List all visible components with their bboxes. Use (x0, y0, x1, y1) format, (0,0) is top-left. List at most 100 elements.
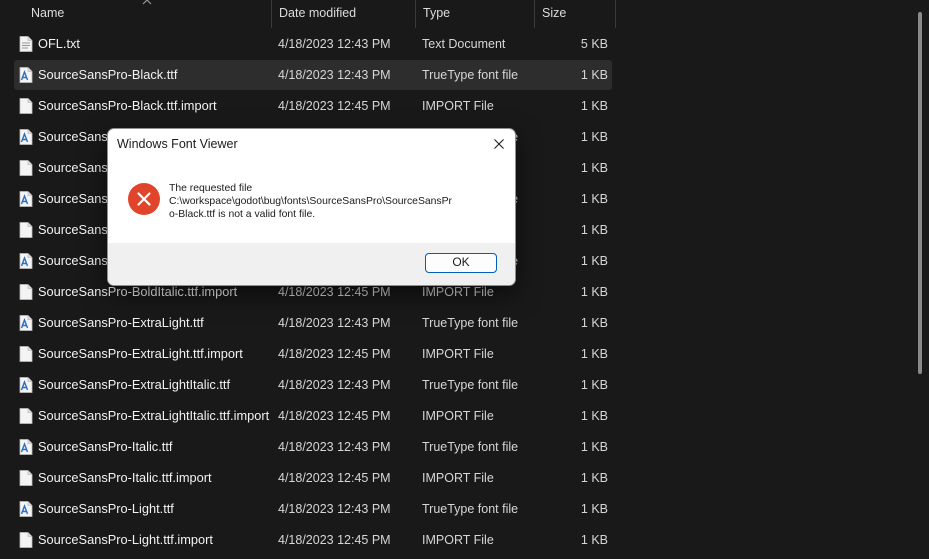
file-type: TrueType font file (422, 316, 519, 330)
file-icon (19, 160, 33, 176)
file-name: SourceSansPro-Light.ttf.import (38, 532, 213, 547)
file-date-modified: 4/18/2023 12:43 PM (278, 440, 391, 454)
column-size-label: Size (542, 6, 567, 20)
file-icon (19, 222, 33, 238)
file-size: 1 KB (580, 347, 608, 361)
file-row[interactable]: SourceSansPro-ExtraLight.ttf.import 4/18/… (14, 339, 612, 369)
file-date-modified: 4/18/2023 12:43 PM (278, 502, 391, 516)
file-type: IMPORT File (422, 533, 494, 547)
file-row[interactable]: SourceSansPro-Light.ttf.import 4/18/2023 … (14, 525, 612, 555)
file-size: 1 KB (580, 254, 608, 268)
file-row[interactable]: SourceSansPro-ExtraLight.ttf 4/18/2023 12… (14, 308, 612, 338)
file-row[interactable]: SourceSansPro-Black.ttf 4/18/2023 12:43 P… (14, 60, 612, 90)
file-row[interactable]: SourceSansPro-Light.ttf 4/18/2023 12:43 P… (14, 494, 612, 524)
file-size: 1 KB (580, 533, 608, 547)
file-date-modified: 4/18/2023 12:43 PM (278, 68, 391, 82)
column-type[interactable]: Type (416, 0, 535, 28)
dialog-close-button[interactable] (483, 129, 515, 159)
column-date-label: Date modified (279, 6, 357, 20)
file-name: SourceSansPro-ExtraLight.ttf (38, 315, 204, 330)
file-row[interactable]: SourceSansPro-ExtraLightItalic.ttf 4/18/2… (14, 370, 612, 400)
dialog-title: Windows Font Viewer (117, 137, 238, 151)
file-size: 1 KB (580, 440, 608, 454)
file-name: SourceSansPro-Light.ttf (38, 501, 174, 516)
file-type: Text Document (422, 37, 506, 51)
file-date-modified: 4/18/2023 12:43 PM (278, 316, 391, 330)
file-name: SourceSansPro-Italic.ttf (38, 439, 173, 454)
column-type-label: Type (423, 6, 451, 20)
file-icon (19, 470, 33, 486)
vertical-scrollbar[interactable] (918, 12, 922, 374)
file-date-modified: 4/18/2023 12:45 PM (278, 347, 391, 361)
close-icon (494, 139, 504, 149)
file-size: 1 KB (580, 223, 608, 237)
column-header: Name Date modified Type Size (0, 0, 616, 28)
column-size[interactable]: Size (535, 0, 616, 28)
file-size: 1 KB (580, 471, 608, 485)
file-icon (19, 98, 33, 114)
file-date-modified: 4/18/2023 12:45 PM (278, 409, 391, 423)
dialog-message-line: o-Black.ttf is not a valid font file. (169, 209, 316, 220)
file-type: TrueType font file (422, 440, 519, 454)
dialog-footer: OK (108, 243, 515, 285)
file-row[interactable]: SourceSansPro-ExtraLightItalic.ttf.impor… (14, 401, 612, 431)
file-size: 1 KB (580, 316, 608, 330)
font-file-icon (19, 253, 33, 269)
file-explorer-window: Name Date modified Type Size OFL.txt 4/18… (0, 0, 929, 559)
text-file-icon (19, 36, 33, 52)
file-icon (19, 346, 33, 362)
file-name: OFL.txt (38, 36, 80, 51)
font-file-icon (19, 501, 33, 517)
file-name: SourceSansPro-Black.ttf.import (38, 98, 217, 113)
file-size: 1 KB (580, 99, 608, 113)
error-icon (128, 183, 160, 215)
dialog-message: The requested file C:\workspace\godot\bu… (169, 182, 489, 221)
file-icon (19, 284, 33, 300)
file-size: 1 KB (580, 285, 608, 299)
file-date-modified: 4/18/2023 12:43 PM (278, 378, 391, 392)
dialog-message-line: The requested file (169, 183, 253, 194)
file-size: 1 KB (580, 130, 608, 144)
dialog-message-line: C:\workspace\godot\bug\fonts\SourceSansP… (169, 196, 453, 207)
column-date-modified[interactable]: Date modified (272, 0, 416, 28)
file-type: IMPORT File (422, 99, 494, 113)
file-name: SourceSansPro-ExtraLightItalic.ttf (38, 377, 231, 392)
file-name: SourceSansPro-ExtraLight.ttf.import (38, 346, 243, 361)
file-size: 1 KB (580, 502, 608, 516)
file-date-modified: 4/18/2023 12:45 PM (278, 533, 391, 547)
file-date-modified: 4/18/2023 12:43 PM (278, 37, 391, 51)
file-type: IMPORT File (422, 347, 494, 361)
file-row[interactable]: SourceSansPro-Italic.ttf 4/18/2023 12:43 … (14, 432, 612, 462)
file-size: 1 KB (580, 378, 608, 392)
file-icon (19, 532, 33, 548)
ok-button[interactable]: OK (425, 253, 497, 273)
file-type: TrueType font file (422, 502, 519, 516)
file-date-modified: 4/18/2023 12:45 PM (278, 471, 391, 485)
sort-ascending-icon (142, 0, 152, 5)
file-size: 1 KB (580, 161, 608, 175)
dialog-body: The requested file C:\workspace\godot\bu… (108, 159, 515, 243)
font-file-icon (19, 315, 33, 331)
file-type: TrueType font file (422, 378, 519, 392)
column-name[interactable]: Name (24, 0, 272, 28)
file-row[interactable]: SourceSansPro-Italic.ttf.import 4/18/2023… (14, 463, 612, 493)
file-name: SourceSansPro-Black.ttf (38, 67, 178, 82)
file-type: IMPORT File (422, 471, 494, 485)
font-file-icon (19, 439, 33, 455)
file-name: SourceSansPro-Italic.ttf.import (38, 470, 212, 485)
file-size: 1 KB (580, 68, 608, 82)
column-name-label: Name (31, 6, 65, 20)
file-row[interactable]: OFL.txt 4/18/2023 12:43 PM Text Document 5 … (14, 29, 612, 59)
file-type: IMPORT File (422, 409, 494, 423)
file-name: SourceSansPro-ExtraLightItalic.ttf.impor… (38, 408, 270, 423)
file-type: TrueType font file (422, 68, 519, 82)
file-size: 5 KB (580, 37, 608, 51)
file-icon (19, 408, 33, 424)
font-viewer-dialog: Windows Font Viewer The requested file C… (107, 128, 516, 286)
font-file-icon (19, 377, 33, 393)
file-size: 1 KB (580, 192, 608, 206)
font-file-icon (19, 129, 33, 145)
file-row[interactable]: SourceSansPro-Black.ttf.import 4/18/2023 … (14, 91, 612, 121)
file-size: 1 KB (580, 409, 608, 423)
font-file-icon (19, 191, 33, 207)
